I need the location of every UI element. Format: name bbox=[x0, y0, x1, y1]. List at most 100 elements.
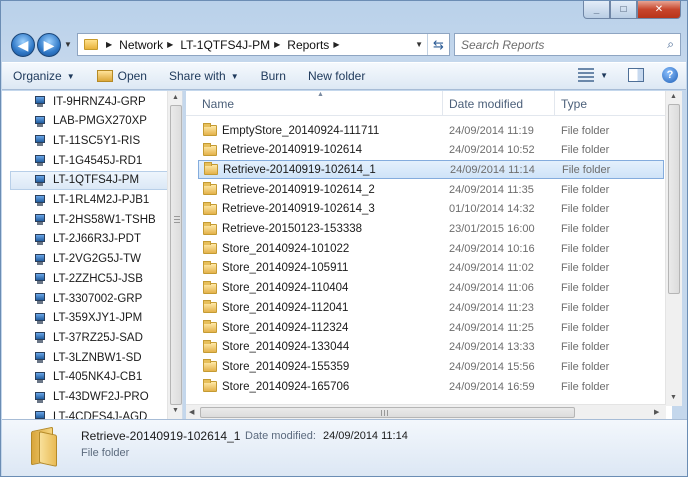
nav-item-computer[interactable]: LT-43DWF2J-PRO bbox=[11, 388, 171, 407]
column-header-date-modified[interactable]: Date modified bbox=[449, 97, 523, 111]
scroll-down-icon[interactable]: ▼ bbox=[172, 407, 179, 414]
nav-item-computer[interactable]: LT-2VG2G5J-TW bbox=[11, 250, 171, 269]
help-icon[interactable]: ? bbox=[662, 67, 678, 83]
nav-item-computer[interactable]: LT-2ZZHC5J-JSB bbox=[11, 269, 171, 288]
nav-item-computer[interactable]: LT-1QTFS4J-PM bbox=[10, 170, 170, 190]
nav-item-computer[interactable]: LT-1RL4M2J-PJB1 bbox=[11, 191, 171, 210]
file-row[interactable]: Store_20140924-112324 24/09/2014 11:25 Fil… bbox=[198, 318, 664, 337]
search-input[interactable]: Search Reports ⌕ bbox=[454, 33, 681, 56]
nav-item-computer[interactable]: LT-2J66R3J-PDT bbox=[11, 230, 171, 249]
forward-button[interactable]: ▶ bbox=[37, 33, 61, 57]
breadcrumb-reports[interactable]: Reports bbox=[287, 38, 329, 52]
breadcrumb-separator-icon[interactable]: ▶ bbox=[333, 40, 339, 49]
nav-item-label: LT-2HS58W1-TSHB bbox=[53, 213, 156, 226]
search-placeholder: Search Reports bbox=[461, 37, 545, 52]
computer-icon bbox=[33, 293, 47, 304]
nav-item-computer[interactable]: LT-37RZ25J-SAD bbox=[11, 328, 171, 347]
recent-pages-dropdown[interactable]: ▼ bbox=[64, 40, 72, 49]
file-row[interactable]: Store_20140924-133044 24/09/2014 13:33 Fil… bbox=[198, 338, 664, 357]
scroll-down-icon[interactable]: ▼ bbox=[670, 394, 677, 401]
file-row[interactable]: EmptyStore_20140924-111711 24/09/2014 11:… bbox=[198, 121, 664, 140]
details-pane: Retrieve-20140919-102614_1 Date modified… bbox=[2, 419, 687, 476]
file-row[interactable]: Retrieve-20140919-102614_3 01/10/2014 14:… bbox=[198, 200, 664, 219]
chevron-down-icon: ▼ bbox=[66, 71, 75, 81]
column-divider[interactable] bbox=[554, 91, 555, 115]
nav-scrollbar[interactable]: ▲ ▼ bbox=[167, 91, 182, 419]
breadcrumb-network[interactable]: Network bbox=[119, 38, 163, 52]
file-row[interactable]: Store_20140924-110404 24/09/2014 11:06 Fil… bbox=[198, 279, 664, 298]
close-button[interactable]: ✕ bbox=[637, 1, 681, 19]
nav-item-computer[interactable]: LT-11SC5Y1-RIS bbox=[11, 131, 171, 150]
folder-icon bbox=[204, 162, 218, 176]
scroll-left-icon[interactable]: ◀ bbox=[189, 408, 194, 416]
file-date-modified: 24/09/2014 11:14 bbox=[450, 163, 535, 176]
nav-item-computer[interactable]: LT-2HS58W1-TSHB bbox=[11, 210, 171, 229]
command-bar: Organize ▼ Open Share with ▼ Burn New fold… bbox=[2, 62, 686, 90]
file-name: Retrieve-20140919-102614_1 bbox=[223, 163, 376, 176]
column-header-type[interactable]: Type bbox=[561, 97, 587, 111]
details-date-value: 24/09/2014 11:14 bbox=[323, 430, 408, 442]
arrow-right-icon: ▶ bbox=[43, 36, 55, 53]
file-type: File folder bbox=[561, 341, 610, 354]
computer-icon bbox=[33, 312, 47, 324]
file-row[interactable]: Retrieve-20140919-102614 24/09/2014 10:52… bbox=[198, 141, 664, 160]
folder-icon bbox=[203, 260, 217, 274]
minimize-button[interactable]: _ bbox=[583, 1, 610, 19]
file-row[interactable]: Store_20140924-112041 24/09/2014 11:23 Fil… bbox=[198, 298, 664, 317]
scroll-up-icon[interactable]: ▲ bbox=[172, 94, 179, 101]
file-row[interactable]: Store_20140924-155359 24/09/2014 15:56 Fil… bbox=[198, 357, 664, 376]
breadcrumb-separator-icon[interactable]: ▶ bbox=[106, 40, 112, 49]
open-button[interactable]: Open bbox=[86, 63, 158, 89]
scroll-right-icon[interactable]: ▶ bbox=[654, 408, 659, 416]
file-type: File folder bbox=[561, 203, 610, 216]
open-folder-icon bbox=[96, 70, 113, 82]
nav-item-computer[interactable]: LT-3LZNBW1-SD bbox=[11, 348, 171, 367]
file-row[interactable]: Store_20140924-165706 24/09/2014 16:59 Fil… bbox=[198, 377, 664, 396]
breadcrumb-separator-icon[interactable]: ▶ bbox=[274, 40, 280, 49]
file-list-hscroll-thumb[interactable] bbox=[200, 407, 575, 418]
file-date-modified: 24/09/2014 11:25 bbox=[449, 321, 534, 334]
file-date-modified: 01/10/2014 14:32 bbox=[449, 203, 535, 216]
nav-item-computer[interactable]: LAB-PMGX270XP bbox=[11, 112, 171, 131]
column-divider[interactable] bbox=[442, 91, 443, 115]
file-type: File folder bbox=[561, 144, 610, 157]
address-bar[interactable]: ▶ Network ▶ LT-1QTFS4J-PM ▶ Reports ▶ ▼ … bbox=[77, 33, 450, 56]
file-row[interactable]: Retrieve-20140919-102614_2 24/09/2014 11:… bbox=[198, 180, 664, 199]
nav-item-computer[interactable]: LT-359XJY1-JPM bbox=[11, 309, 171, 328]
computer-icon bbox=[33, 273, 47, 285]
file-row[interactable]: Store_20140924-101022 24/09/2014 10:16 Fil… bbox=[198, 239, 664, 258]
search-icon[interactable]: ⌕ bbox=[667, 37, 674, 52]
maximize-button[interactable]: □ bbox=[610, 1, 637, 19]
breadcrumb-computer[interactable]: LT-1QTFS4J-PM bbox=[180, 38, 270, 52]
explorer-window: _ □ ✕ ◀ ▶ ▼ ▶ Network ▶ LT-1QTFS4J-PM ▶ … bbox=[0, 0, 688, 477]
views-icon[interactable] bbox=[578, 68, 595, 82]
file-name: Retrieve-20140919-102614_2 bbox=[222, 183, 375, 196]
new-folder-button[interactable]: New folder bbox=[297, 63, 376, 89]
nav-item-computer[interactable]: LT-405NK4J-CB1 bbox=[11, 368, 171, 387]
column-header-name[interactable]: Name bbox=[202, 97, 234, 111]
organize-button[interactable]: Organize ▼ bbox=[2, 63, 86, 89]
file-row[interactable]: Retrieve-20150123-153338 23/01/2015 16:00… bbox=[198, 220, 664, 239]
nav-item-computer[interactable]: LT-1G4545J-RD1 bbox=[11, 151, 171, 170]
nav-item-computer[interactable]: LT-4CDFS4J-AGD bbox=[11, 407, 171, 419]
breadcrumb-separator-icon[interactable]: ▶ bbox=[167, 40, 173, 49]
back-button[interactable]: ◀ bbox=[11, 33, 35, 57]
nav-item-computer[interactable]: LT-3307002-GRP bbox=[11, 289, 171, 308]
file-row[interactable]: Retrieve-20140919-102614_1 24/09/2014 11:… bbox=[198, 160, 664, 180]
views-dropdown[interactable]: ▼ bbox=[600, 71, 608, 80]
nav-item-computer[interactable]: IT-9HRNZ4J-GRP bbox=[11, 92, 171, 111]
address-history-dropdown[interactable]: ▼ bbox=[415, 40, 423, 49]
file-list-vertical-scrollbar[interactable]: ▲ ▼ bbox=[665, 91, 682, 406]
file-list-horizontal-scrollbar[interactable]: ◀ ▶ bbox=[186, 404, 666, 419]
computer-icon bbox=[33, 233, 47, 245]
burn-button[interactable]: Burn bbox=[250, 63, 297, 89]
nav-item-label: LT-405NK4J-CB1 bbox=[53, 371, 143, 384]
preview-pane-icon[interactable] bbox=[628, 68, 644, 82]
file-list-scroll-thumb[interactable] bbox=[668, 104, 680, 294]
nav-scroll-thumb[interactable] bbox=[170, 105, 182, 405]
share-with-button[interactable]: Share with ▼ bbox=[158, 63, 250, 89]
refresh-button[interactable]: ⇆ bbox=[427, 34, 449, 55]
scroll-up-icon[interactable]: ▲ bbox=[670, 93, 677, 100]
file-row[interactable]: Store_20140924-105911 24/09/2014 11:02 Fil… bbox=[198, 259, 664, 278]
nav-item-label: LT-1RL4M2J-PJB1 bbox=[53, 194, 150, 206]
